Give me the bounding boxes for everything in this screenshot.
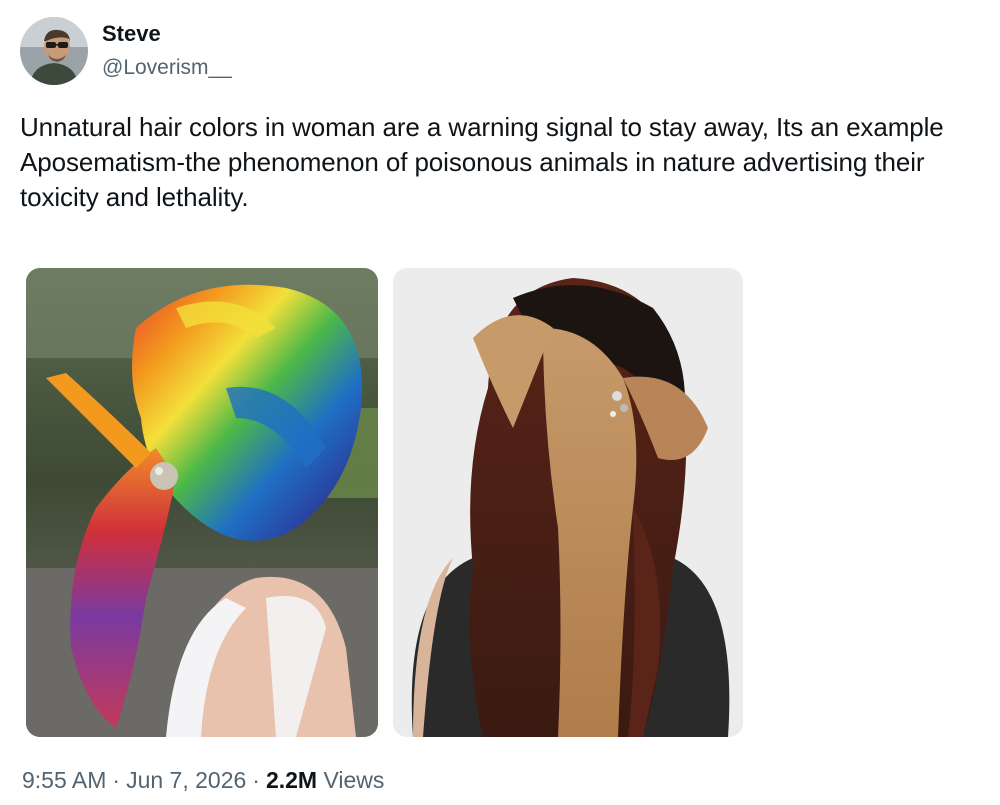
photo-rainbow-hair: [26, 268, 378, 737]
post-text: Unnatural hair colors in woman are a war…: [20, 112, 944, 212]
meta-separator: ·: [252, 767, 260, 793]
post-photo-peekaboo-hair[interactable]: [393, 268, 743, 737]
avatar-image: [20, 17, 88, 85]
tweet: Steve @Loverism__ Unnatural hair colors …: [0, 0, 1000, 805]
views-label: Views: [323, 767, 385, 793]
author-handle[interactable]: @Loverism__: [102, 55, 232, 81]
avatar[interactable]: [20, 17, 88, 85]
views-count: 2.2M: [265, 767, 318, 793]
photo-peekaboo-hair: [393, 268, 743, 737]
author-display-name[interactable]: Steve: [102, 20, 161, 48]
meta-separator: ·: [112, 767, 121, 793]
post-date[interactable]: Jun 7, 2026: [126, 767, 246, 793]
post-time[interactable]: 9:55 AM: [22, 767, 106, 793]
post-photo-rainbow-hair[interactable]: [26, 268, 378, 737]
post-meta: 9:55 AM · Jun 7, 2026 · 2.2M Views: [22, 765, 384, 795]
